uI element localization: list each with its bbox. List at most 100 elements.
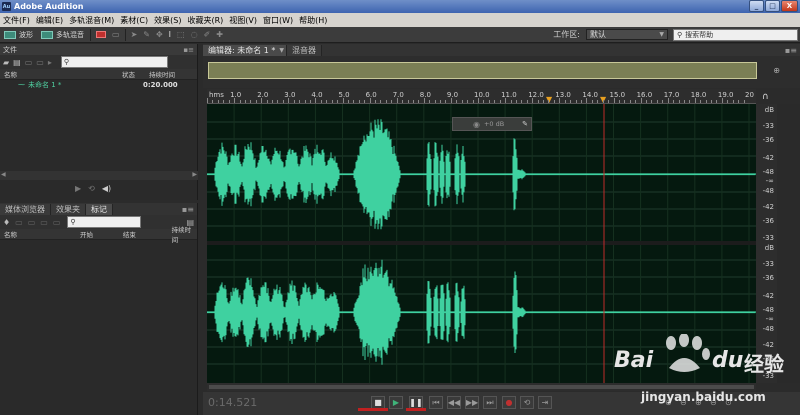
tab-editor[interactable]: 编辑器: 未命名 1 * ▼ bbox=[203, 44, 288, 56]
column-duration[interactable]: 持续时间 bbox=[149, 69, 175, 79]
slip-tool-icon[interactable]: ✥ bbox=[156, 30, 163, 39]
column-status[interactable]: 状态 bbox=[122, 69, 149, 79]
ruler-tick bbox=[553, 100, 555, 103]
files-search-input[interactable]: ⚲ bbox=[60, 56, 168, 68]
razor-tool-icon[interactable]: ✎ bbox=[143, 30, 150, 39]
waveform-label: 波形 bbox=[19, 30, 33, 39]
time-ruler[interactable]: hms ▼ ▼ 1.02.03.04.05.06.07.08.09.010.01… bbox=[207, 89, 756, 104]
overview-bar[interactable]: ⊕ bbox=[203, 56, 800, 88]
brush-tool-icon[interactable]: ✐ bbox=[204, 30, 211, 39]
column-end[interactable]: 结束 bbox=[123, 229, 172, 239]
ruler-tick bbox=[727, 100, 729, 103]
menu-view[interactable]: 视图(V) bbox=[226, 15, 260, 26]
search-help-field[interactable]: ⚲ 搜索帮助 bbox=[673, 28, 798, 41]
loop-button[interactable]: ⟲ bbox=[520, 396, 534, 409]
zoom-navigator-icon[interactable]: ⊕ bbox=[773, 66, 780, 75]
db-label: -36 bbox=[762, 217, 774, 225]
ruler-tick bbox=[212, 100, 214, 103]
menu-edit[interactable]: 编辑(E) bbox=[33, 15, 66, 26]
tab-media-browser[interactable]: 媒体浏览器 bbox=[0, 203, 51, 215]
baidu-watermark: Bai du 经验 jingyan.baidu.com bbox=[608, 322, 798, 412]
overview-range[interactable] bbox=[208, 62, 757, 79]
tab-editor-label: 编辑器: 未命名 1 * bbox=[208, 45, 276, 55]
move-tool-icon[interactable]: ➤ bbox=[131, 30, 138, 39]
ruler-tick bbox=[347, 100, 349, 103]
spectral-display-icon[interactable] bbox=[96, 31, 106, 38]
transport-highlight bbox=[358, 408, 388, 411]
pitch-display-icon[interactable]: ▭ bbox=[112, 30, 120, 39]
minimize-button[interactable]: _ bbox=[749, 0, 764, 12]
play-button[interactable]: ▶ bbox=[389, 396, 403, 409]
tab-markers[interactable]: 标记 bbox=[86, 203, 113, 215]
headphone-icon[interactable]: ∩ bbox=[762, 92, 769, 102]
add-marker-icon[interactable]: ♦ bbox=[3, 218, 10, 227]
ruler-tick bbox=[700, 100, 702, 103]
menu-multitrack[interactable]: 多轨混音(M) bbox=[66, 15, 117, 26]
files-scrollbar[interactable]: ◀ ▶ bbox=[0, 171, 198, 180]
workspace-dropdown[interactable]: 默认 ▼ bbox=[586, 29, 668, 40]
go-to-end-button[interactable]: ⏭ bbox=[483, 396, 497, 409]
time-selection-tool-icon[interactable]: I bbox=[169, 30, 171, 39]
multitrack-view-button[interactable]: 多轨混音 bbox=[37, 29, 88, 41]
menu-file[interactable]: 文件(F) bbox=[0, 15, 33, 26]
import-icon[interactable]: ▤ bbox=[13, 58, 21, 67]
spot-healing-tool-icon[interactable]: ✚ bbox=[216, 30, 223, 39]
search-icon: ⚲ bbox=[70, 218, 76, 226]
menu-effects[interactable]: 效果(S) bbox=[151, 15, 184, 26]
lasso-tool-icon[interactable]: ◌ bbox=[191, 30, 198, 39]
list-item[interactable]: ⁓ 未命名 1 * 0:20.000 bbox=[0, 80, 197, 90]
column-name[interactable]: 名称 bbox=[0, 69, 122, 79]
tab-effects-rack[interactable]: 效果夹 bbox=[51, 203, 86, 215]
export-marker-icon[interactable]: ▭ bbox=[40, 218, 48, 227]
delete-icon[interactable]: ▭ bbox=[36, 58, 44, 67]
panel-menu-icon[interactable]: ▪≡ bbox=[183, 46, 194, 54]
ruler-tick bbox=[358, 100, 360, 103]
rewind-button[interactable]: ◀◀ bbox=[447, 396, 461, 409]
ruler-tick bbox=[618, 100, 620, 103]
pin-icon[interactable]: ✎ bbox=[522, 120, 528, 128]
column-duration[interactable]: 持续时间 bbox=[172, 224, 197, 244]
ruler-tick bbox=[315, 98, 317, 103]
go-to-start-button[interactable]: ⏮ bbox=[429, 396, 443, 409]
menu-window[interactable]: 窗口(W) bbox=[260, 15, 296, 26]
skip-button[interactable]: ⇥ bbox=[538, 396, 552, 409]
audio-file-icon: ⁓ bbox=[18, 81, 25, 89]
db-label: -36 bbox=[762, 136, 774, 144]
chevron-down-icon: ▼ bbox=[279, 46, 285, 54]
column-start[interactable]: 开始 bbox=[80, 229, 123, 239]
column-name[interactable]: 名称 bbox=[0, 229, 80, 239]
merge-marker-icon[interactable]: ▭ bbox=[28, 218, 36, 227]
panel-menu-icon[interactable]: ▪≡ bbox=[182, 205, 197, 214]
ruler-tick bbox=[456, 100, 458, 103]
waveform-view-button[interactable]: 波形 bbox=[0, 29, 37, 41]
ruler-tick bbox=[521, 100, 523, 103]
ruler-tick bbox=[375, 100, 377, 103]
insert-icon[interactable]: ▸ bbox=[48, 58, 52, 67]
menu-help[interactable]: 帮助(H) bbox=[296, 15, 330, 26]
markers-search-input[interactable]: ⚲ bbox=[67, 216, 142, 228]
volume-icon[interactable]: ◀) bbox=[102, 184, 111, 193]
hud-volume-control[interactable]: ◉ +0 dB ✎ bbox=[452, 117, 532, 131]
ruler-tick bbox=[515, 100, 517, 103]
delete-marker-icon[interactable]: ▭ bbox=[15, 218, 23, 227]
play-preview-icon[interactable]: ▶ bbox=[75, 184, 81, 193]
close-button[interactable]: X bbox=[781, 0, 798, 12]
marquee-tool-icon[interactable]: ⬚ bbox=[177, 30, 185, 39]
panel-menu-icon[interactable]: ▪≡ bbox=[785, 46, 800, 55]
menu-clip[interactable]: 素材(C) bbox=[117, 15, 151, 26]
tab-mixer[interactable]: 混音器 bbox=[287, 44, 323, 56]
playlist-icon[interactable]: ▭ bbox=[53, 218, 61, 227]
ruler-tick bbox=[261, 98, 263, 103]
title-bar: Au Adobe Audition _ □ X bbox=[0, 0, 800, 13]
record-button[interactable]: ● bbox=[502, 396, 516, 409]
maximize-button[interactable]: □ bbox=[765, 0, 780, 12]
new-file-icon[interactable]: ▭ bbox=[25, 58, 33, 67]
fast-forward-button[interactable]: ▶▶ bbox=[465, 396, 479, 409]
open-folder-icon[interactable]: ▰ bbox=[3, 58, 9, 67]
menu-favorites[interactable]: 收藏夹(R) bbox=[184, 15, 226, 26]
ruler-tick-label: 1.0 bbox=[230, 91, 242, 99]
ruler-tick-label: 8.0 bbox=[419, 91, 431, 99]
loop-preview-icon[interactable]: ⟲ bbox=[88, 184, 95, 193]
volume-knob-icon[interactable]: ◉ bbox=[473, 120, 480, 129]
ruler-tick bbox=[293, 100, 295, 103]
